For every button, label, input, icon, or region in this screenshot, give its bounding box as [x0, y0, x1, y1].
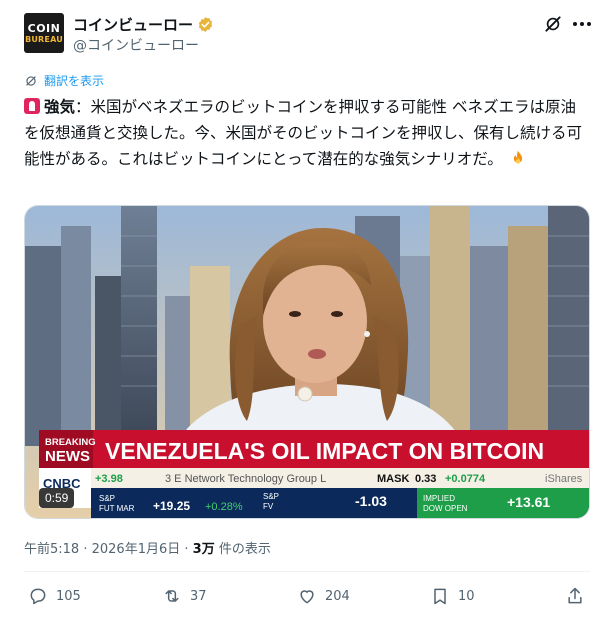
like-count: 204: [325, 588, 350, 604]
sp-label-2: FUT MAR: [99, 504, 135, 513]
author-handle[interactable]: @コインビューロー: [73, 35, 199, 55]
tweet-keyword: 強気: [44, 98, 76, 116]
views-label: 件の表示: [214, 542, 271, 557]
fv-value: -1.03: [355, 493, 387, 509]
sp-label-1: S&P: [99, 494, 115, 503]
repost-button[interactable]: 37: [162, 586, 207, 606]
avatar-text-coin: COIN: [27, 21, 61, 35]
reply-button[interactable]: 105: [28, 586, 81, 606]
sp-pct: +0.28%: [205, 501, 243, 513]
bookmark-icon: [434, 588, 446, 605]
action-bar: 105 37 204 10: [24, 586, 590, 612]
video-player[interactable]: BREAKING NEWS VENEZUELA'S OIL IMPACT ON …: [24, 205, 590, 519]
ticker-change: +0.0774: [445, 473, 486, 485]
translate-icon: [26, 75, 36, 86]
author-display-name[interactable]: コインビューロー: [73, 14, 193, 35]
tweet-text: 強気：米国がベネズエラのビットコインを押収する可能性 ベネズエラは原油を仮想通貨…: [24, 94, 590, 172]
ticker-symbol: MASK: [377, 473, 409, 485]
dow-value: +13.61: [507, 494, 550, 510]
repost-icon: [165, 590, 179, 602]
tweet-time[interactable]: 午前5:18: [24, 542, 79, 557]
meta-separator: ·: [79, 542, 92, 557]
author-name-row: コインビューロー: [73, 14, 214, 35]
repost-count: 37: [190, 588, 207, 604]
divider: [24, 571, 590, 572]
bookmark-button[interactable]: 10: [430, 586, 475, 606]
translate-label: 翻訳を表示: [44, 74, 105, 88]
video-headline: VENEZUELA'S OIL IMPACT ON BITCOIN: [105, 438, 544, 464]
fv-label-2: FV: [263, 502, 274, 511]
reply-icon: [30, 588, 46, 605]
share-icon: [568, 587, 582, 604]
more-options-icon[interactable]: [573, 20, 593, 28]
breaking-label-1: BREAKING: [45, 437, 96, 448]
ticker-company: 3 E Network Technology Group L: [165, 473, 326, 485]
bookmark-count: 10: [458, 588, 475, 604]
heart-icon: [300, 590, 314, 604]
fire-icon: [513, 150, 522, 164]
translate-link[interactable]: 翻訳を表示: [24, 72, 104, 89]
share-button[interactable]: [565, 586, 585, 606]
tweet-meta: 午前5:18 · 2026年1月6日 · 3万 件の表示: [24, 538, 271, 557]
fv-label-1: S&P: [263, 492, 279, 501]
tweet-body: ：米国がベネズエラのビットコインを押収する可能性 ベネズエラは原油を仮想通貨と交…: [24, 98, 583, 168]
ticker-first-change: +3.98: [95, 473, 123, 485]
grok-icon[interactable]: [543, 14, 563, 34]
verified-badge-icon[interactable]: [197, 16, 214, 33]
siren-icon: [24, 98, 40, 114]
like-button[interactable]: 204: [297, 586, 350, 606]
meta-separator-2: ·: [180, 542, 193, 557]
ticker-price: 0.33: [415, 473, 436, 485]
avatar-text-bureau: BUREAU: [25, 34, 63, 44]
video-duration: 0:59: [39, 488, 75, 508]
video-frame: BREAKING NEWS VENEZUELA'S OIL IMPACT ON …: [25, 206, 589, 518]
dow-label-1: IMPLIED: [423, 494, 455, 503]
views-count: 3万: [192, 542, 215, 557]
reply-count: 105: [56, 588, 81, 604]
tweet-date[interactable]: 2026年1月6日: [92, 542, 181, 557]
ticker-last: iShares: [545, 473, 583, 485]
avatar[interactable]: COIN BUREAU: [24, 13, 64, 53]
sp-value: +19.25: [153, 499, 190, 513]
dow-label-2: DOW OPEN: [423, 504, 468, 513]
breaking-label-2: NEWS: [45, 448, 90, 465]
